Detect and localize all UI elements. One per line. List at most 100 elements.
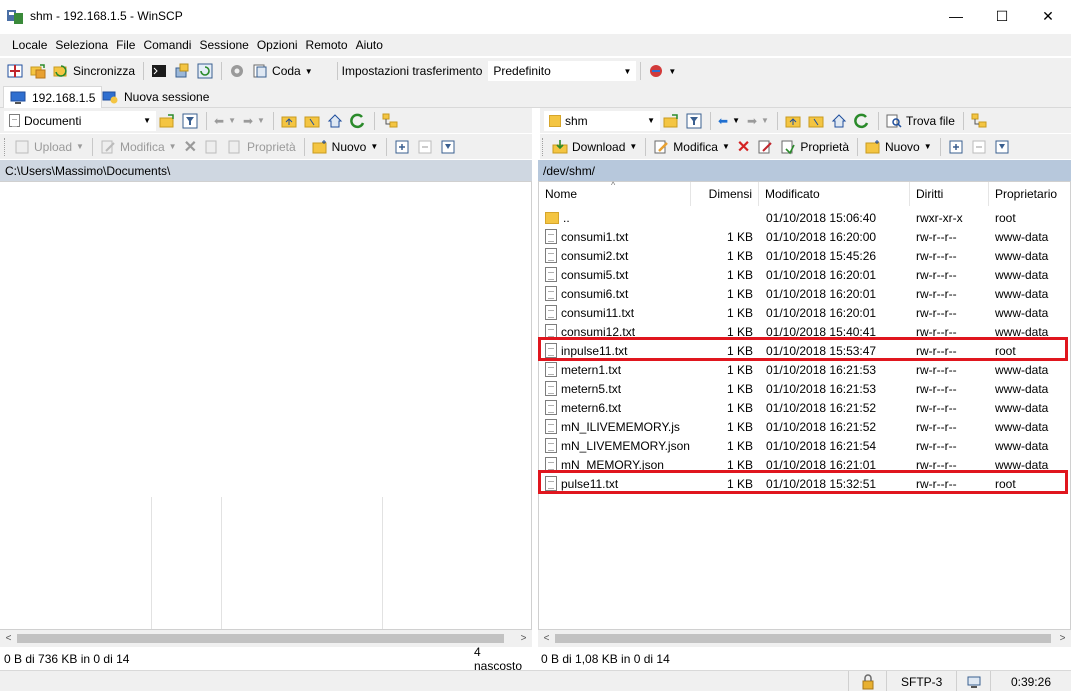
right-edit-label: Modifica [673, 139, 718, 154]
left-path-bar[interactable]: C:\Users\Massimo\Documents\ [0, 160, 532, 181]
chevron-down-icon: ▼ [732, 116, 740, 125]
menu-opzioni[interactable]: Opzioni [253, 38, 302, 52]
upload-button[interactable]: Upload ▼ [11, 136, 87, 158]
right-select-all-button[interactable] [945, 136, 967, 158]
left-parent-dir-button[interactable] [278, 110, 300, 132]
scroll-right-icon[interactable]: > [1054, 630, 1071, 647]
chevron-down-icon: ▼ [623, 66, 632, 76]
scroll-left-icon[interactable]: < [538, 630, 555, 647]
left-delete-button[interactable]: ✕ [181, 136, 200, 158]
right-refresh-button[interactable] [851, 110, 873, 132]
table-row[interactable]: consumi1.txt 1 KB 01/10/2018 16:20:00 rw-r-… [539, 227, 1070, 246]
right-open-folder-button[interactable] [660, 110, 682, 132]
maximize-button[interactable]: ☐ [979, 0, 1025, 32]
right-location-select[interactable]: shm ▼ [544, 110, 660, 131]
download-button[interactable]: Download ▼ [549, 136, 640, 158]
sync-browse-button[interactable] [27, 60, 49, 82]
menu-comandi[interactable]: Comandi [139, 38, 195, 52]
right-unselect-button[interactable] [968, 136, 990, 158]
terminal-button[interactable] [148, 60, 170, 82]
table-row[interactable]: metern1.txt 1 KB 01/10/2018 16:21:53 rw-r--… [539, 360, 1070, 379]
left-location-select[interactable]: Documenti ▼ [4, 110, 156, 131]
left-horizontal-scrollbar[interactable]: < > [0, 630, 532, 647]
left-forward-button[interactable]: ➡ ▼ [240, 110, 268, 132]
synchronize-button[interactable]: Sincronizza [50, 60, 138, 82]
table-row[interactable]: mN_ILIVEMEMORY.js 1 KB 01/10/2018 16:21:52… [539, 417, 1070, 436]
left-select-all-button[interactable] [391, 136, 413, 158]
right-delete-button[interactable]: ✕ [734, 136, 753, 158]
right-back-button[interactable]: ⬅ ▼ [715, 110, 743, 132]
left-new-button[interactable]: Nuovo ▼ [309, 136, 382, 158]
left-filter-select-button[interactable] [437, 136, 459, 158]
putty-button[interactable] [171, 60, 193, 82]
menu-aiuto[interactable]: Aiuto [352, 38, 387, 52]
left-properties-button[interactable]: Proprietà [224, 136, 299, 158]
column-header-modified[interactable]: Modificato [759, 182, 910, 206]
scrollbar-thumb[interactable] [17, 634, 504, 643]
right-root-dir-button[interactable] [805, 110, 827, 132]
tab-session-active[interactable]: 192.168.1.5 [3, 86, 103, 108]
menu-sessione[interactable]: Sessione [195, 38, 252, 52]
encryption-status [848, 671, 886, 691]
right-path-bar[interactable]: /dev/shm/ [538, 160, 1071, 181]
table-row[interactable]: .. 01/10/2018 15:06:40 rwxr-xr-x root [539, 208, 1070, 227]
left-tree-button[interactable] [379, 110, 401, 132]
compare-dirs-button[interactable] [4, 60, 26, 82]
right-filter-select-button[interactable] [991, 136, 1013, 158]
column-header-name[interactable]: Nome ^ [539, 180, 691, 206]
table-row[interactable]: metern5.txt 1 KB 01/10/2018 16:21:53 rw-r--… [539, 379, 1070, 398]
right-forward-button[interactable]: ➡ ▼ [744, 110, 772, 132]
left-unselect-button[interactable] [414, 136, 436, 158]
menu-seleziona[interactable]: Seleziona [51, 38, 112, 52]
right-edit-button[interactable]: Modifica ▼ [650, 136, 733, 158]
right-horizontal-scrollbar[interactable]: < > [538, 630, 1071, 647]
column-header-size[interactable]: Dimensi [691, 182, 759, 206]
left-home-button[interactable] [324, 110, 346, 132]
right-home-button[interactable] [828, 110, 850, 132]
transfer-settings-select[interactable]: Predefinito ▼ [488, 61, 637, 81]
find-files-button[interactable]: Trova file [883, 110, 958, 132]
minimize-button[interactable]: — [933, 0, 979, 32]
tab-new-session[interactable]: Nuova sessione [96, 86, 215, 108]
table-row[interactable]: mN_LIVEMEMORY.json 1 KB 01/10/2018 16:21:5… [539, 436, 1070, 455]
left-open-folder-button[interactable] [156, 110, 178, 132]
refresh-icon [854, 113, 870, 129]
table-row[interactable]: consumi2.txt 1 KB 01/10/2018 15:45:26 rw-r-… [539, 246, 1070, 265]
scrollbar-thumb[interactable] [555, 634, 1051, 643]
table-row[interactable]: consumi5.txt 1 KB 01/10/2018 16:20:01 rw-r-… [539, 265, 1070, 284]
left-refresh-button[interactable] [347, 110, 369, 132]
left-rename-button[interactable] [201, 136, 223, 158]
left-back-button[interactable]: ⬅ ▼ [211, 110, 239, 132]
preferences-button[interactable] [226, 60, 248, 82]
right-parent-dir-button[interactable] [782, 110, 804, 132]
refresh-session-button[interactable] [194, 60, 216, 82]
tree-icon [382, 113, 398, 129]
table-row[interactable]: consumi11.txt 1 KB 01/10/2018 16:20:01 rw-r… [539, 303, 1070, 322]
menu-locale[interactable]: Locale [8, 38, 51, 52]
right-rename-button[interactable] [754, 136, 776, 158]
left-file-list[interactable] [0, 181, 532, 630]
column-header-rights[interactable]: Diritti [910, 182, 989, 206]
left-edit-button[interactable]: Modifica ▼ [97, 136, 180, 158]
table-row[interactable]: metern6.txt 1 KB 01/10/2018 16:21:52 rw-r--… [539, 398, 1070, 417]
table-row[interactable]: consumi6.txt 1 KB 01/10/2018 16:20:01 rw-r-… [539, 284, 1070, 303]
right-file-list[interactable]: Nome ^ Dimensi Modificato Diritti Propri… [538, 180, 1071, 630]
right-filter-button[interactable] [683, 110, 705, 132]
menu-remoto[interactable]: Remoto [302, 38, 352, 52]
right-nav-toolbar: shm ▼ ⬅ ▼ ➡ ▼ Trova file [540, 108, 1071, 133]
cell-modified: 01/10/2018 16:20:00 [766, 229, 877, 244]
left-filter-button[interactable] [179, 110, 201, 132]
column-header-owner[interactable]: Proprietario [989, 182, 1071, 206]
right-properties-button[interactable]: Proprietà [777, 136, 852, 158]
menu-file[interactable]: File [112, 38, 139, 52]
transfer-options-button[interactable]: ▼ [645, 60, 679, 82]
left-root-dir-button[interactable] [301, 110, 323, 132]
parent-folder-icon [545, 211, 559, 224]
right-tree-button[interactable] [968, 110, 990, 132]
cell-modified: 01/10/2018 16:21:53 [766, 381, 877, 396]
close-button[interactable]: ✕ [1025, 0, 1071, 32]
right-new-button[interactable]: Nuovo ▼ [862, 136, 935, 158]
right-properties-label: Proprietà [800, 139, 850, 154]
queue-button[interactable]: Coda ▼ [249, 60, 316, 82]
scroll-left-icon[interactable]: < [0, 630, 17, 647]
